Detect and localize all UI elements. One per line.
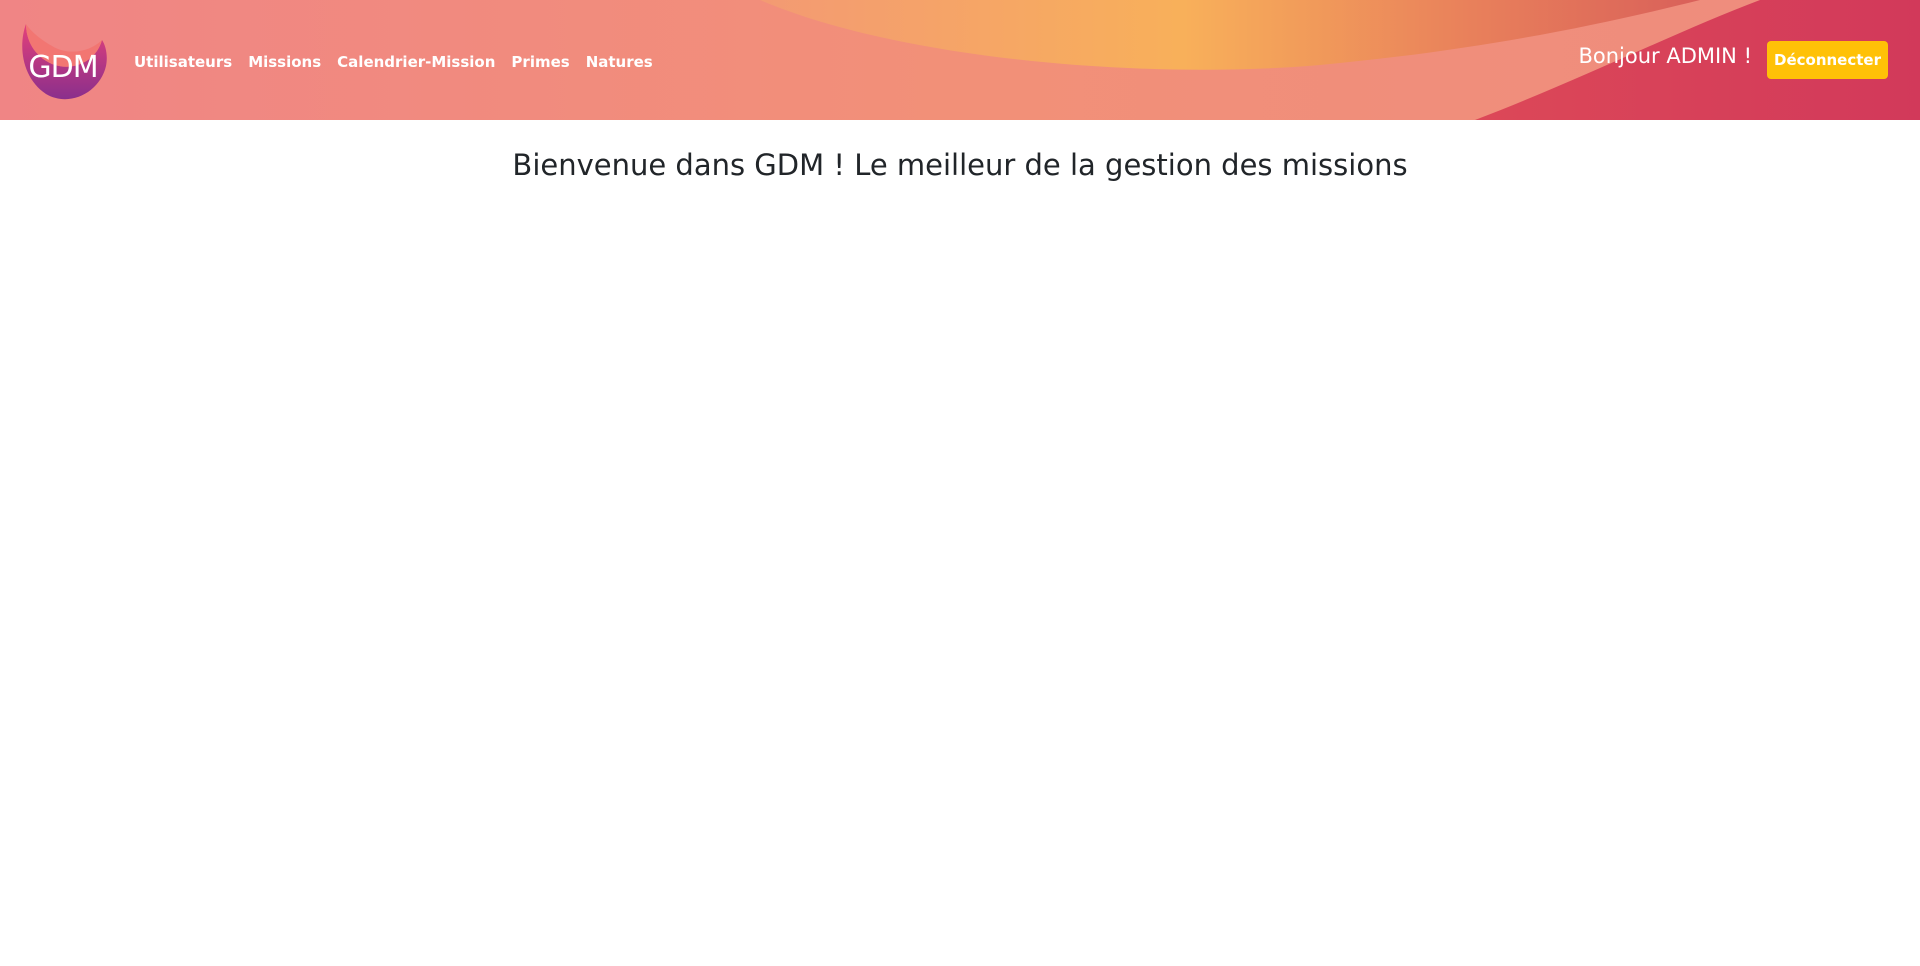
welcome-heading: Bienvenue dans GDM ! Le meilleur de la g… xyxy=(512,148,1408,182)
nav-item-natures[interactable]: Natures xyxy=(578,53,661,71)
user-greeting: Bonjour ADMIN ! xyxy=(1578,44,1752,68)
nav-item-calendrier-mission[interactable]: Calendrier-Mission xyxy=(329,53,503,71)
gdm-logo[interactable]: GDM xyxy=(16,16,110,102)
logo-crescent-icon xyxy=(22,24,107,100)
main-nav: Utilisateurs Missions Calendrier-Mission… xyxy=(126,50,661,74)
nav-item-primes[interactable]: Primes xyxy=(503,53,577,71)
logout-button[interactable]: Déconnecter xyxy=(1767,41,1888,79)
top-navbar: GDM Utilisateurs Missions Calendrier-Mis… xyxy=(0,0,1920,120)
nav-item-utilisateurs[interactable]: Utilisateurs xyxy=(126,53,240,71)
nav-item-missions[interactable]: Missions xyxy=(240,53,329,71)
